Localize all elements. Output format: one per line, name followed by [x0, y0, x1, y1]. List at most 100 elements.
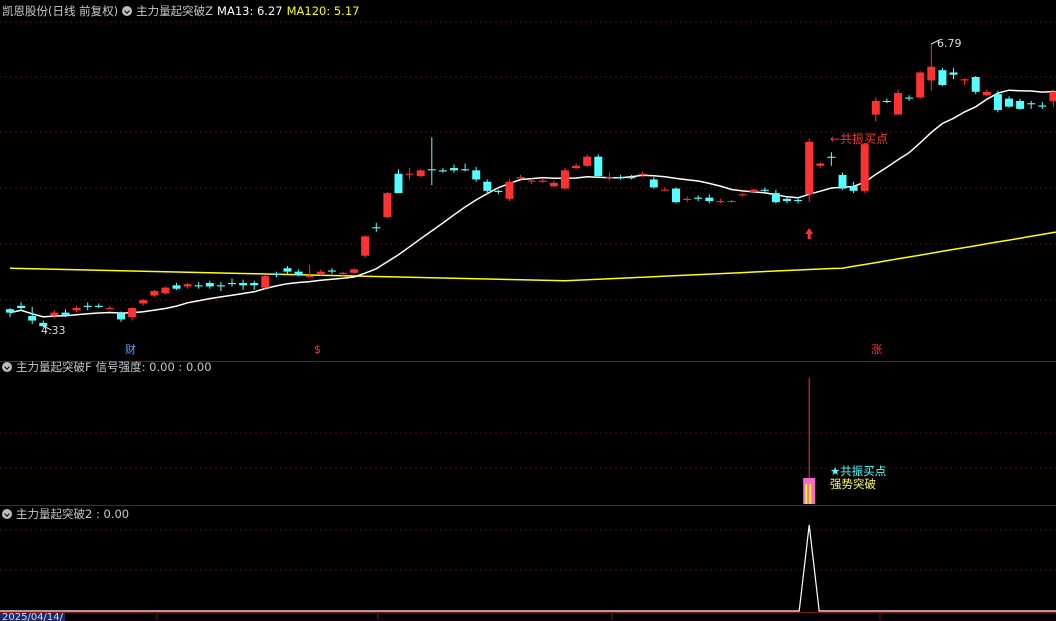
- candle-body: [28, 316, 37, 321]
- candle-body: [1016, 100, 1025, 109]
- candle-body: [316, 271, 325, 274]
- candle-body: [139, 300, 148, 304]
- candle-body: [583, 156, 592, 166]
- candle-body: [894, 92, 902, 115]
- candle-body: [172, 285, 181, 289]
- candle-body: [150, 290, 159, 296]
- candle-body: [294, 271, 303, 276]
- candle-body: [472, 170, 481, 180]
- candle-body: [627, 177, 636, 179]
- candle-body: [849, 186, 858, 191]
- candle-body: [261, 276, 270, 288]
- candle-body: [927, 66, 936, 81]
- candle-body: [372, 227, 381, 229]
- ma13-line: [9, 89, 1056, 318]
- candle-body: [250, 283, 259, 286]
- candle-body: [672, 188, 680, 203]
- candle-body: [405, 173, 414, 175]
- candle-body: [816, 163, 825, 166]
- candle-body: [283, 268, 292, 272]
- candle-body: [771, 193, 780, 203]
- candle-body: [427, 169, 436, 171]
- candle-body: [538, 180, 547, 182]
- candle-body: [594, 156, 603, 177]
- candle-body: [72, 308, 81, 311]
- candle-body: [483, 181, 492, 191]
- event-marker-dollar[interactable]: $: [314, 344, 321, 356]
- candle-body: [61, 312, 70, 315]
- candle-body: [783, 198, 791, 202]
- candle-body: [838, 174, 847, 189]
- candle-body: [727, 201, 736, 203]
- candle-body: [794, 199, 803, 202]
- candle-body: [50, 312, 59, 315]
- candle-body: [83, 305, 92, 307]
- candle-body: [1038, 105, 1047, 107]
- candle-body: [871, 100, 880, 115]
- candle-body: [416, 170, 425, 177]
- candle-body: [161, 287, 170, 294]
- candle-body: [982, 91, 991, 96]
- candle-body: [383, 193, 392, 218]
- signal-buy-point-label: ★共振买点: [830, 464, 887, 478]
- candle-body: [1005, 98, 1013, 107]
- candle-body: [117, 313, 125, 320]
- candle-body: [505, 181, 514, 199]
- ma120-line: [9, 231, 1056, 282]
- candle-body: [194, 285, 203, 287]
- candle-body: [105, 308, 114, 310]
- candle-body: [549, 182, 558, 187]
- candle-body: [993, 94, 1002, 111]
- candle-body: [361, 236, 370, 256]
- candle-body: [1049, 91, 1056, 101]
- candle-body: [339, 272, 347, 274]
- candle-body: [17, 305, 26, 309]
- candle-body: [494, 190, 503, 192]
- candle-body: [960, 79, 969, 81]
- candle-body: [916, 72, 925, 98]
- candle-body: [660, 189, 669, 191]
- kline-chart[interactable]: [0, 0, 1056, 620]
- candle-body: [228, 283, 236, 285]
- candle-body: [971, 77, 980, 92]
- candle-body: [605, 177, 614, 179]
- candle-body: [183, 284, 192, 287]
- candle-body: [561, 170, 569, 189]
- candle-body: [350, 269, 359, 273]
- candle-body: [738, 194, 747, 196]
- candle-body: [649, 179, 658, 188]
- candle-body: [716, 201, 725, 203]
- candle-body: [239, 283, 248, 286]
- event-marker-zhang[interactable]: 涨: [871, 344, 882, 356]
- candle-body: [616, 177, 625, 179]
- candle-body: [905, 97, 914, 99]
- low-price-label: 4.33: [41, 324, 66, 337]
- candle-body: [805, 141, 814, 195]
- candle-body: [749, 189, 758, 192]
- high-price-label: 6.79: [937, 37, 962, 50]
- candle-body: [128, 308, 137, 318]
- candle-body: [450, 168, 458, 171]
- candle-body: [949, 72, 958, 75]
- candle-body: [394, 173, 403, 194]
- candle-body: [827, 156, 836, 158]
- candle-body: [882, 100, 891, 103]
- candle-body: [272, 273, 281, 276]
- candle-body: [694, 197, 703, 199]
- buy-signal-label: ←共振买点: [830, 132, 889, 146]
- signal-breakout-label: 强势突破: [830, 477, 876, 491]
- candle-body: [461, 169, 470, 171]
- candle-body: [216, 285, 225, 287]
- candle-body: [572, 165, 581, 169]
- candle-body: [516, 177, 525, 179]
- candle-body: [1027, 103, 1036, 105]
- breakout-spike-line: [0, 524, 1056, 612]
- candle-body: [638, 173, 647, 175]
- candle-body: [860, 144, 869, 191]
- candle-body: [305, 276, 314, 278]
- event-marker-cai[interactable]: 财: [125, 344, 136, 356]
- candle-body: [327, 270, 336, 272]
- candle-body: [760, 189, 769, 191]
- candle-body: [683, 198, 692, 200]
- candle-body: [94, 305, 103, 307]
